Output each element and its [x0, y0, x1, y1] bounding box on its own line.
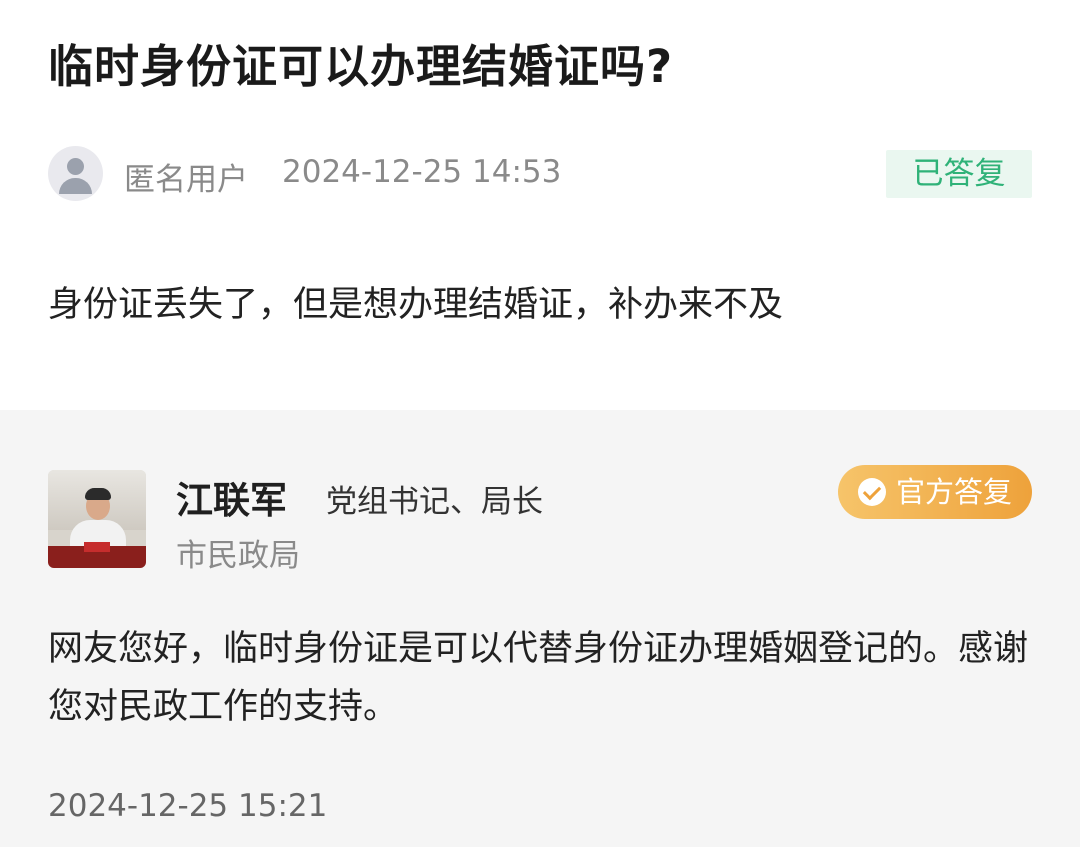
- question-section: 临时身份证可以办理结婚证吗? 匿名用户 2024-12-25 14:53 已答复…: [0, 0, 1080, 410]
- question-timestamp: 2024-12-25 14:53: [282, 154, 562, 190]
- question-author: 匿名用户: [124, 162, 248, 198]
- avatar-nameplate: [84, 542, 110, 552]
- reply-text: 网友您好，临时身份证是可以代替身份证办理婚姻登记的。感谢您对民政工作的支持。: [48, 629, 1029, 727]
- question-title: 临时身份证可以办理结婚证吗?: [48, 40, 674, 93]
- official-reply-label: 官方答复: [896, 475, 1013, 509]
- user-icon-head: [67, 158, 84, 175]
- official-reply-badge: 官方答复: [838, 465, 1032, 519]
- official-title: 党组书记、局长: [326, 484, 543, 520]
- avatar-person-hair: [85, 488, 111, 500]
- official-avatar[interactable]: [48, 470, 146, 568]
- official-answer-section: 江联军 党组书记、局长 市民政局 官方答复 网友您好，临时身份证是可以代替身份证…: [0, 410, 1080, 847]
- official-name[interactable]: 江联军: [176, 470, 287, 524]
- reply-timestamp: 2024-12-25 15:21: [48, 788, 328, 824]
- official-department: 市民政局: [176, 538, 300, 574]
- question-body: 身份证丢失了，但是想办理结婚证，补办来不及: [48, 285, 784, 325]
- anonymous-user-avatar: [48, 146, 103, 201]
- user-icon-body: [59, 178, 92, 194]
- question-meta: 匿名用户 2024-12-25 14:53 已答复: [48, 146, 1032, 202]
- status-badge: 已答复: [886, 150, 1032, 198]
- verified-check-icon: [858, 478, 886, 506]
